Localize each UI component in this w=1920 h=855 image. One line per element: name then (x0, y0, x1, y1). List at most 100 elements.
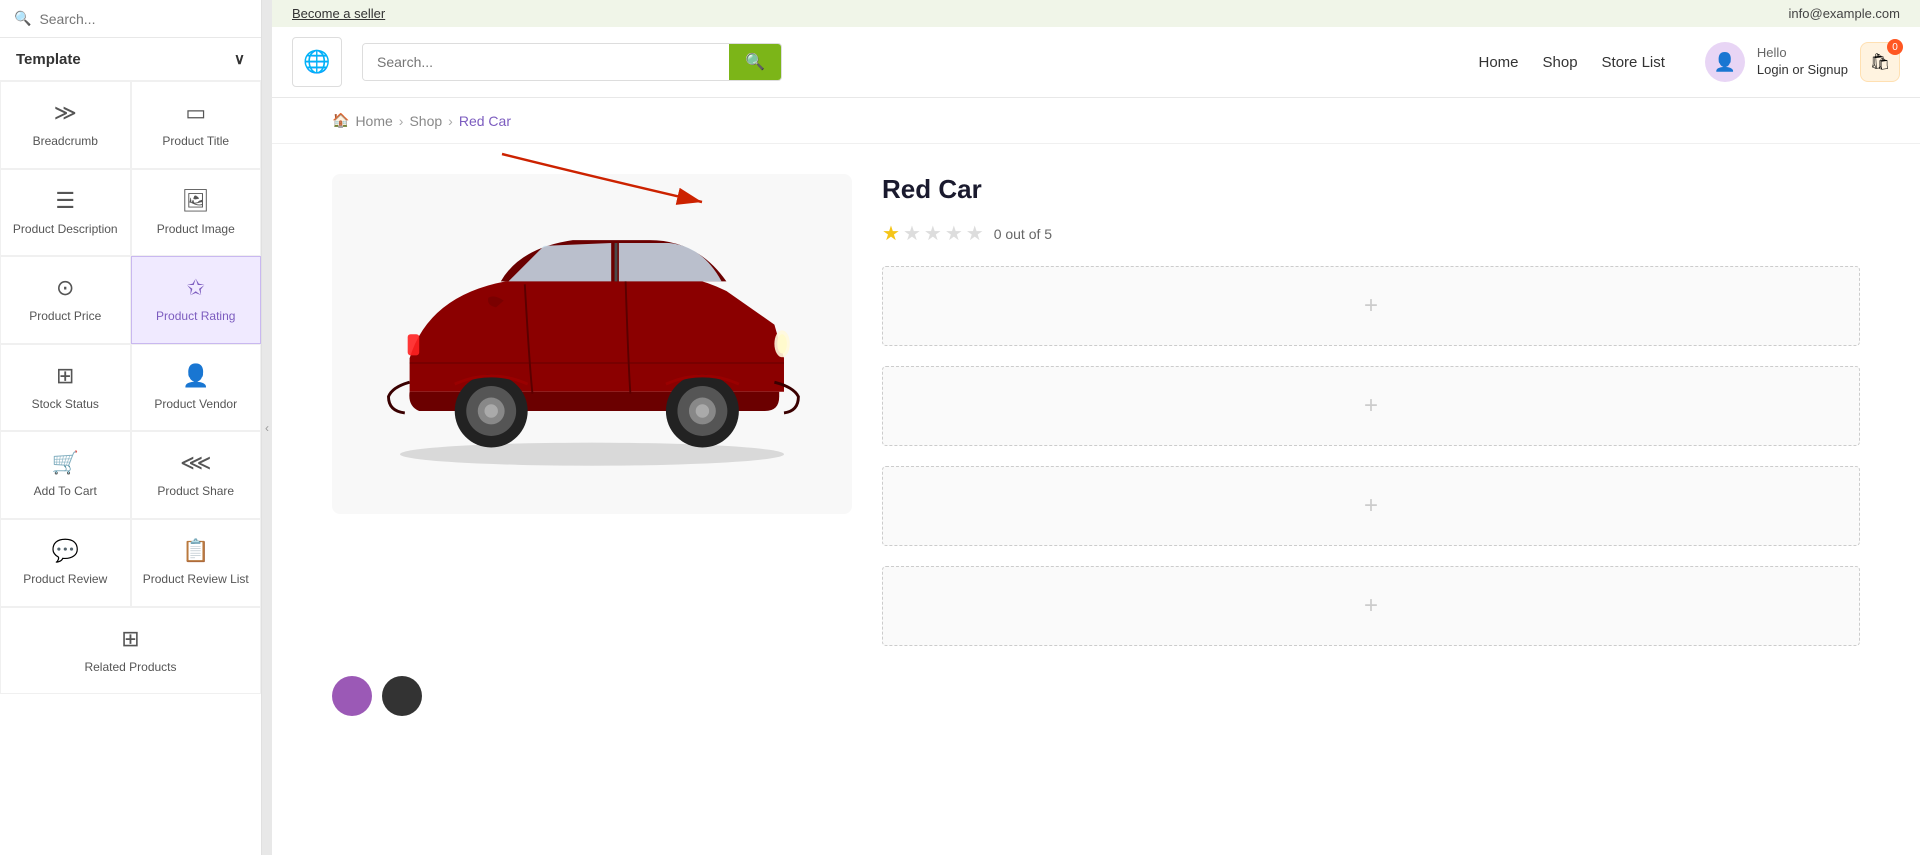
breadcrumb-current: Red Car (459, 113, 511, 129)
sidebar-item-product-share[interactable]: ⋘ Product Share (131, 431, 262, 519)
cart-badge: 0 (1887, 39, 1903, 55)
product-right-column: Red Car ★ ★ ★ ★ ★ 0 out of 5 (882, 174, 1860, 646)
cart-button[interactable]: 🛍 0 (1860, 42, 1900, 82)
sidebar-item-product-title[interactable]: ▭ Product Title (131, 81, 262, 169)
product-image-container (332, 174, 852, 514)
sidebar-item-label: Product Vendor (154, 397, 237, 413)
product-review-icon: 💬 (52, 538, 79, 564)
sidebar: 🔍 Template ∨ ≫ Breadcrumb ▭ Product Titl… (0, 0, 262, 855)
site-logo: 🌐 (292, 37, 342, 87)
product-price-icon: ⊙ (56, 275, 74, 301)
breadcrumb-sep1: › (399, 113, 404, 129)
sidebar-item-product-price[interactable]: ⊙ Product Price (0, 256, 131, 344)
sidebar-item-product-image[interactable]: 🖼 Product Image (131, 169, 262, 257)
placeholder-box-4: + (882, 566, 1860, 646)
top-bar: Become a seller info@example.com (272, 0, 1920, 27)
sidebar-search-bar[interactable]: 🔍 (0, 0, 261, 38)
become-seller-link[interactable]: Become a seller (292, 6, 385, 21)
logo-icon: 🌐 (303, 49, 330, 75)
divider-icon: ‹ (265, 421, 269, 435)
sidebar-item-label: Product Share (157, 484, 234, 500)
avatar-1 (332, 676, 372, 716)
product-car-image (352, 219, 832, 469)
star-4: ★ (945, 221, 963, 246)
sidebar-section-header: Template ∨ (0, 38, 261, 81)
placeholder-box-2: + (882, 366, 1860, 446)
star-1: ★ (882, 221, 900, 246)
product-title: Red Car (882, 174, 1860, 205)
user-text: Hello Login or Signup (1757, 45, 1848, 79)
sidebar-item-label: Product Review List (143, 572, 249, 588)
nav-store-list[interactable]: Store List (1602, 54, 1665, 71)
placeholder-box-1: + (882, 266, 1860, 346)
sidebar-item-product-review[interactable]: 💬 Product Review (0, 519, 131, 607)
add-to-cart-icon: 🛒 (52, 450, 79, 476)
avatar: 👤 (1705, 42, 1745, 82)
chevron-down-icon: ∨ (234, 50, 245, 68)
site-header: 🌐 🔍 Home Shop Store List 👤 Hello Login o… (272, 27, 1920, 98)
product-title-icon: ▭ (185, 100, 206, 126)
section-label: Template (16, 51, 81, 68)
product-page: 🏠 Home › Shop › Red Car (272, 98, 1920, 855)
sidebar-item-add-to-cart[interactable]: 🛒 Add To Cart (0, 431, 131, 519)
rating-text: 0 out of 5 (994, 226, 1052, 242)
product-left-column (332, 174, 852, 646)
product-image-icon: 🖼 (182, 188, 210, 214)
sidebar-item-label: Product Image (157, 222, 235, 238)
sidebar-item-label: Related Products (84, 660, 176, 676)
sidebar-item-product-description[interactable]: ☰ Product Description (0, 169, 131, 257)
breadcrumb-home-link[interactable]: Home (355, 113, 392, 129)
product-share-icon: ⋘ (180, 450, 211, 476)
star-5: ★ (966, 221, 984, 246)
plus-icon-4: + (1364, 592, 1378, 620)
stock-status-icon: ⊞ (56, 363, 74, 389)
plus-icon-2: + (1364, 392, 1378, 420)
header-search-input[interactable] (363, 44, 729, 80)
product-rating-icon: ✩ (187, 275, 205, 301)
plus-icon-3: + (1364, 492, 1378, 520)
breadcrumb: 🏠 Home › Shop › Red Car (272, 98, 1920, 144)
sidebar-item-product-vendor[interactable]: 👤 Product Vendor (131, 344, 262, 432)
contact-email: info@example.com (1789, 6, 1900, 21)
star-rating: ★ ★ ★ ★ ★ (882, 221, 984, 246)
main-nav: Home Shop Store List (1478, 54, 1664, 71)
sidebar-item-breadcrumb[interactable]: ≫ Breadcrumb (0, 81, 131, 169)
cart-icon: 🛍 (1870, 52, 1890, 72)
related-products-icon: ⊞ (121, 626, 139, 652)
breadcrumb-sep2: › (448, 113, 453, 129)
breadcrumb-shop-link[interactable]: Shop (409, 113, 442, 129)
sidebar-item-label: Product Review (23, 572, 107, 588)
product-layout: Red Car ★ ★ ★ ★ ★ 0 out of 5 (272, 144, 1920, 666)
nav-home[interactable]: Home (1478, 54, 1518, 71)
divider-handle[interactable]: ‹ (262, 0, 272, 855)
product-vendor-icon: 👤 (182, 363, 209, 389)
search-button-icon: 🔍 (745, 52, 765, 72)
breadcrumb-home-icon: 🏠 (332, 112, 349, 129)
sidebar-item-label: Breadcrumb (33, 134, 98, 150)
plus-icon-1: + (1364, 292, 1378, 320)
sidebar-item-product-review-list[interactable]: 📋 Product Review List (131, 519, 262, 607)
placeholder-boxes: + + + + (882, 266, 1860, 646)
user-login-link[interactable]: Login or Signup (1757, 62, 1848, 79)
header-search-bar[interactable]: 🔍 (362, 43, 782, 81)
breadcrumb-icon: ≫ (54, 100, 77, 126)
search-icon: 🔍 (14, 10, 31, 27)
star-2: ★ (903, 221, 921, 246)
search-input[interactable] (39, 11, 247, 27)
bottom-avatars (272, 666, 1920, 726)
header-search-button[interactable]: 🔍 (729, 44, 781, 80)
sidebar-item-label: Product Price (29, 309, 101, 325)
sidebar-item-stock-status[interactable]: ⊞ Stock Status (0, 344, 131, 432)
user-icon: 👤 (1714, 52, 1736, 73)
avatar-2 (382, 676, 422, 716)
nav-shop[interactable]: Shop (1543, 54, 1578, 71)
product-review-list-icon: 📋 (182, 538, 209, 564)
sidebar-item-label: Product Title (162, 134, 229, 150)
placeholder-box-3: + (882, 466, 1860, 546)
sidebar-item-related-products[interactable]: ⊞ Related Products (0, 607, 261, 695)
main-content: Become a seller info@example.com 🌐 🔍 Hom… (272, 0, 1920, 855)
sidebar-items-grid: ≫ Breadcrumb ▭ Product Title ☰ Product D… (0, 81, 261, 694)
sidebar-item-product-rating[interactable]: ✩ Product Rating (131, 256, 262, 344)
star-3: ★ (924, 221, 942, 246)
product-description-icon: ☰ (55, 188, 75, 214)
